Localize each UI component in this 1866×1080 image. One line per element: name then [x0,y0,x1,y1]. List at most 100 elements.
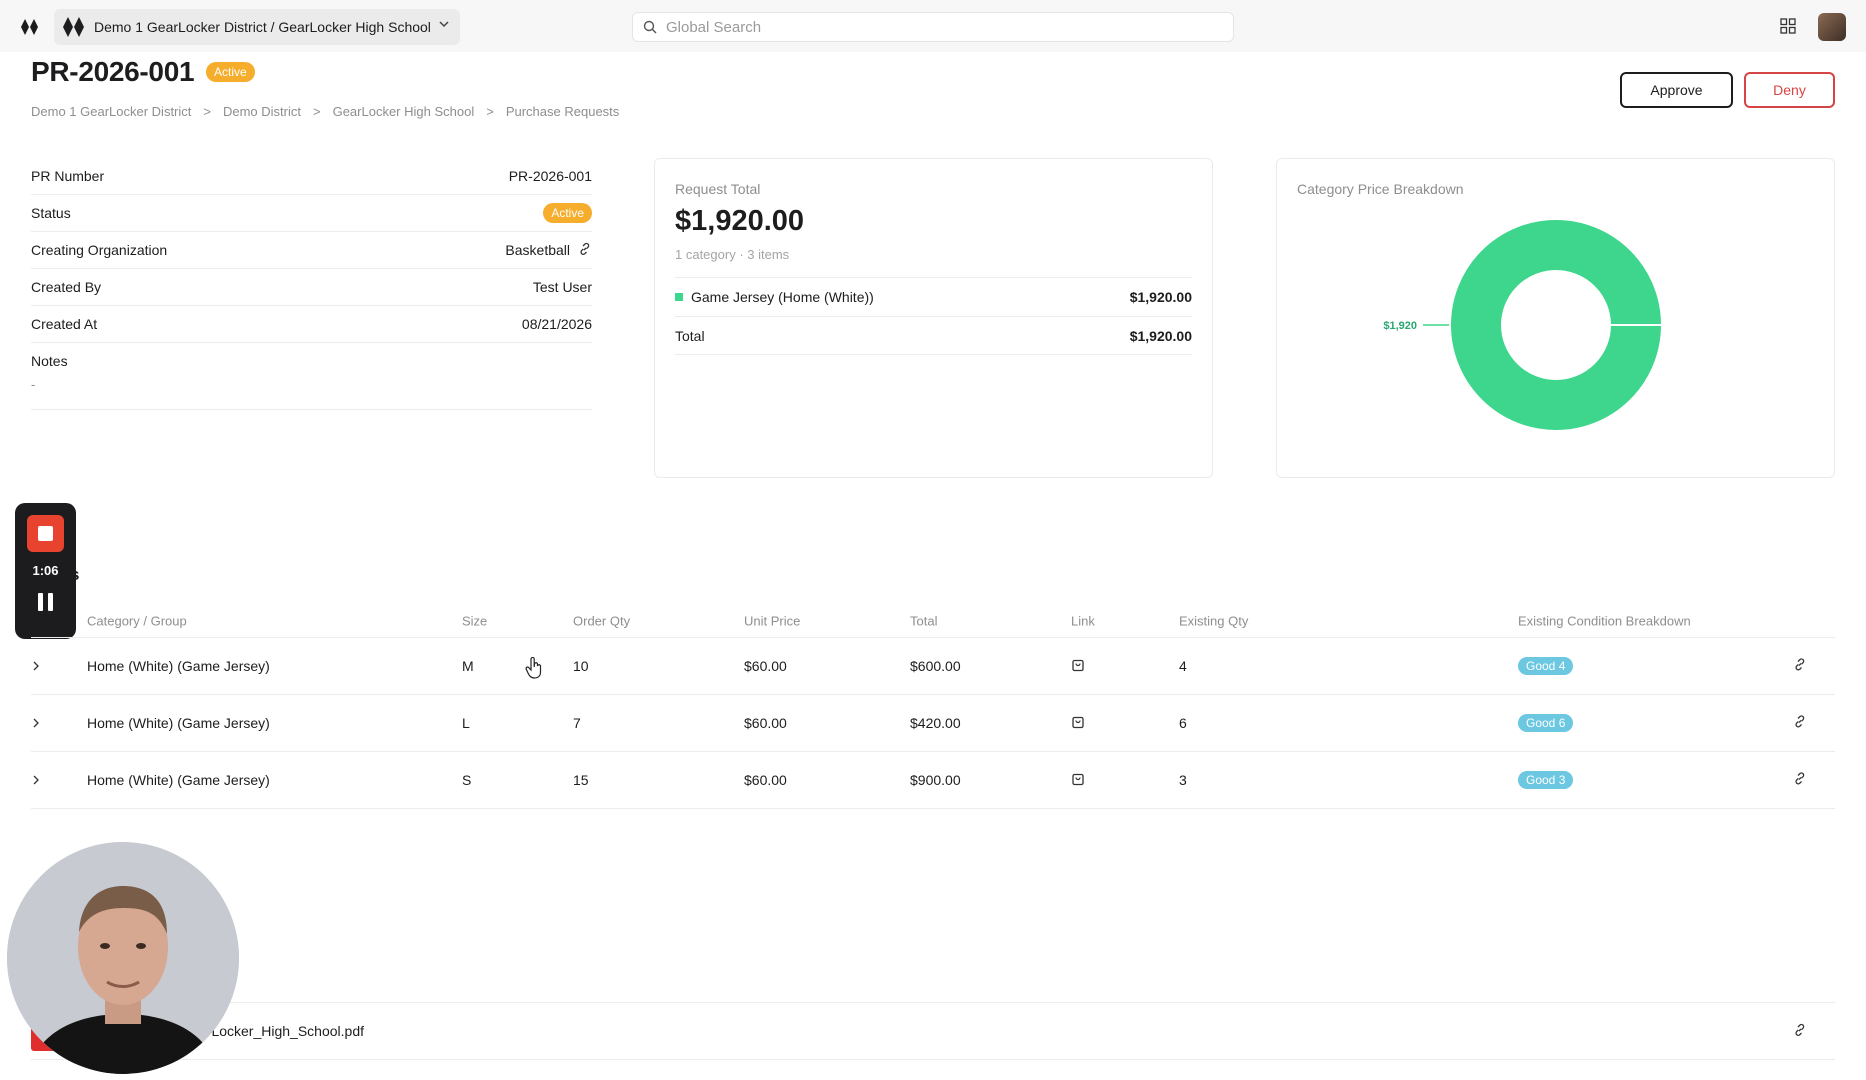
card-label: Request Total [675,181,761,197]
column-header-size: Size [462,613,488,628]
category-row: Game Jersey (Home (White)) $1,920.00 [675,277,1192,316]
expand-chevron-icon[interactable] [31,658,41,674]
detail-label: Created By [31,279,102,295]
row-existing-qty: 6 [1179,715,1187,731]
row-total: $600.00 [910,658,961,674]
total-row: Total $1,920.00 [675,316,1192,355]
link-icon[interactable] [1793,772,1807,789]
detail-value: PR-2026-001 [508,168,592,184]
row-size: S [462,772,472,788]
breadcrumb-separator: > [203,104,211,119]
column-header-link: Link [1071,613,1095,628]
apps-grid-icon[interactable] [1780,18,1796,39]
webcam-overlay [7,842,239,1074]
notes-section: Notes - [31,343,592,410]
detail-label: Created At [31,316,98,332]
row-unit-price: $60.00 [744,658,787,674]
breadcrumb: Demo 1 GearLocker District > Demo Distri… [31,104,619,119]
row-category: Home (White) (Game Jersey) [87,658,270,674]
condition-badge: Good 3 [1518,771,1574,789]
row-total: $900.00 [910,772,961,788]
user-avatar[interactable] [1818,13,1846,41]
items-table: Category / Group Size Order Qty Unit Pri… [31,604,1835,809]
attachment-row[interactable]: arLocker_High_School.pdf [31,1002,1835,1060]
details-panel: PR Number PR-2026-001 Status Active Crea… [31,158,592,410]
column-header-category: Category / Group [87,613,187,628]
link-icon[interactable] [1793,715,1807,732]
org-switcher[interactable]: Demo 1 GearLocker District / GearLocker … [54,9,460,45]
total-label: Total [675,327,705,344]
items-section-title: s [70,565,80,584]
table-row[interactable]: Home (White) (Game Jersey) M 10 $60.00 $… [31,638,1835,695]
donut-chart: $1,920 [1383,220,1661,430]
detail-row-created-at: Created At 08/21/2026 [31,306,592,343]
column-header-existing-qty: Existing Qty [1179,613,1249,628]
row-unit-price: $60.00 [744,715,787,731]
app-logo-icon[interactable] [20,17,40,42]
global-search[interactable] [632,12,1234,42]
detail-value: Test User [532,279,592,295]
row-order-qty: 7 [573,715,581,731]
breadcrumb-separator: > [313,104,321,119]
category-amount: $1,920.00 [1129,289,1192,305]
recording-time: 1:06 [32,563,59,578]
table-row[interactable]: Home (White) (Game Jersey) L 7 $60.00 $4… [31,695,1835,752]
row-size: L [462,715,470,731]
breadcrumb-item-demo-district[interactable]: Demo District [223,104,301,119]
link-icon[interactable] [578,242,592,259]
row-existing-qty: 4 [1179,658,1187,674]
org-switcher-label: Demo 1 GearLocker District / GearLocker … [94,19,431,35]
detail-row-pr-number: PR Number PR-2026-001 [31,158,592,195]
column-header-order-qty: Order Qty [573,613,631,628]
organization-name: Basketball [505,242,570,258]
detail-label: Status [31,205,71,221]
search-icon [643,20,657,39]
total-amount: $1,920.00 [1129,327,1192,344]
expand-chevron-icon[interactable] [31,715,41,731]
stop-recording-button[interactable] [27,515,64,552]
category-name: Game Jersey (Home (White)) [675,289,874,305]
row-order-qty: 15 [573,772,589,788]
detail-label: Creating Organization [31,242,168,258]
row-category: Home (White) (Game Jersey) [87,715,270,731]
column-header-total: Total [910,613,938,628]
link-icon[interactable] [1793,1023,1807,1042]
table-row[interactable]: Home (White) (Game Jersey) S 15 $60.00 $… [31,752,1835,809]
breadcrumb-item-district[interactable]: Demo 1 GearLocker District [31,104,191,119]
row-unit-price: $60.00 [744,772,787,788]
row-total: $420.00 [910,715,961,731]
deny-button[interactable]: Deny [1744,72,1835,108]
shopping-bag-icon[interactable] [1071,715,1085,732]
breadcrumb-item-school[interactable]: GearLocker High School [333,104,475,119]
request-total-summary: 1 category · 3 items [675,247,790,262]
notes-label: Notes [31,353,68,369]
row-order-qty: 10 [573,658,589,674]
detail-row-created-by: Created By Test User [31,269,592,306]
request-total-amount: $1,920.00 [675,205,805,237]
status-badge: Active [543,203,592,223]
table-header: Category / Group Size Order Qty Unit Pri… [31,604,1835,638]
shopping-bag-icon[interactable] [1071,772,1085,789]
approve-button[interactable]: Approve [1620,72,1733,108]
expand-chevron-icon[interactable] [31,772,41,788]
chevron-down-icon [438,17,450,35]
hand-cursor-icon [525,656,543,684]
detail-value: Basketball [505,242,592,259]
breadcrumb-item-purchase-requests[interactable]: Purchase Requests [506,104,619,119]
status-badge: Active [206,62,255,82]
legend-swatch [675,293,683,301]
data-label: $1,920 [1383,320,1417,332]
detail-row-status: Status Active [31,195,592,232]
notes-value: - [31,377,36,392]
shopping-bag-icon[interactable] [1071,658,1085,675]
row-category: Home (White) (Game Jersey) [87,772,270,788]
request-total-table: Game Jersey (Home (White)) $1,920.00 Tot… [675,277,1192,355]
link-icon[interactable] [1793,658,1807,675]
org-logo-icon [62,16,86,43]
request-total-card: Request Total $1,920.00 1 category · 3 i… [654,158,1213,478]
presenter-figure [7,842,239,1074]
column-header-unit-price: Unit Price [744,613,801,628]
page-title: PR-2026-001 [31,56,195,87]
search-input[interactable] [666,17,1206,37]
top-bar: Demo 1 GearLocker District / GearLocker … [0,0,1866,52]
